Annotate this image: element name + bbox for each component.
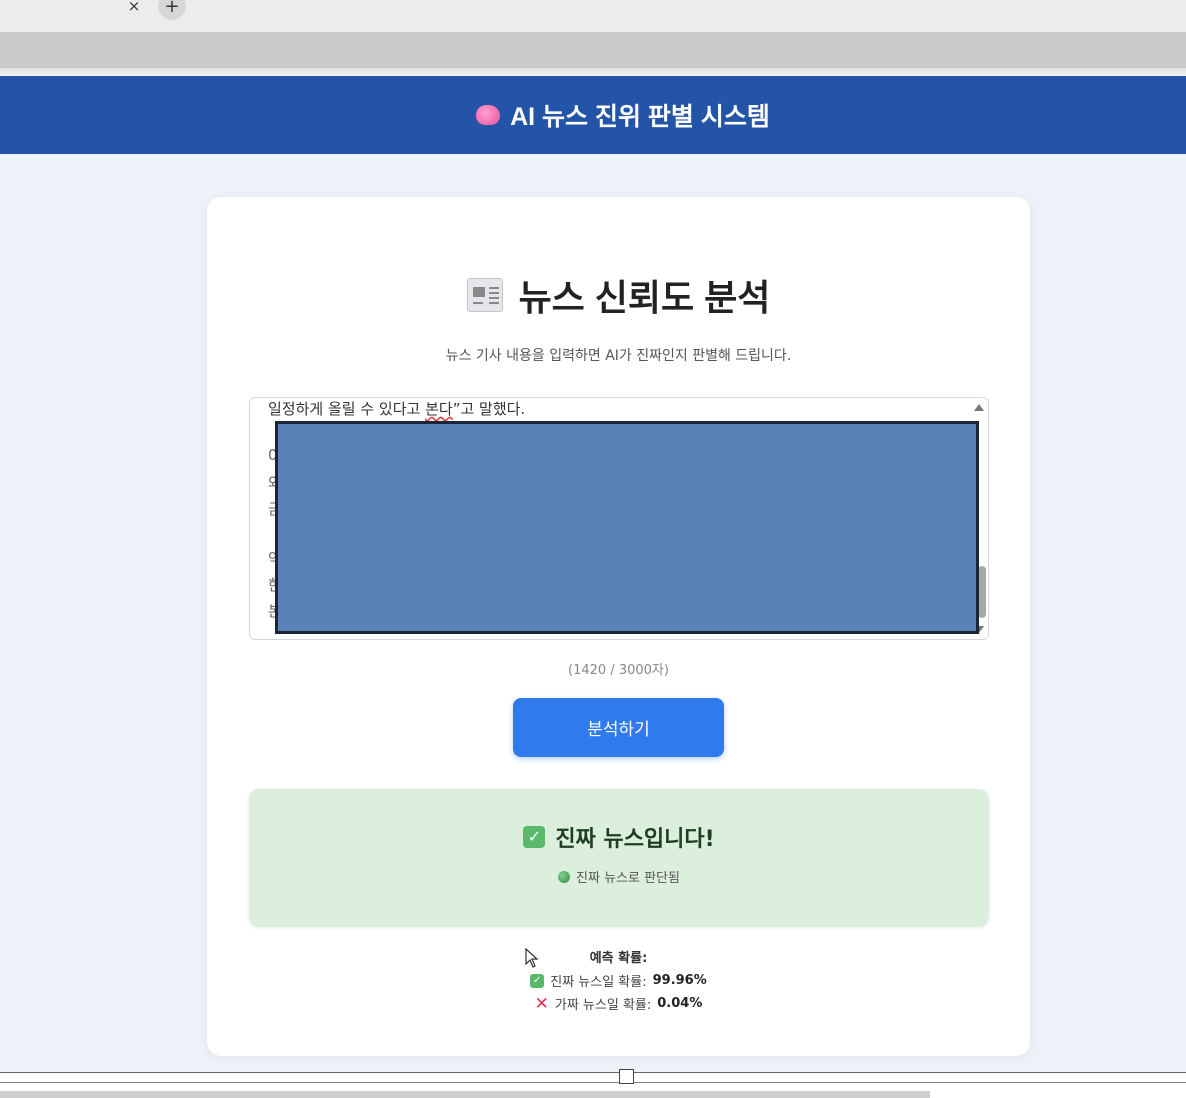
check-icon: ✓ (530, 973, 545, 988)
brain-icon (476, 105, 501, 125)
analyze-button[interactable]: 분석하기 (513, 698, 724, 757)
new-tab-button[interactable]: + (158, 0, 186, 20)
probability-heading: 예측 확률: (589, 951, 648, 966)
green-dot-icon (558, 870, 571, 883)
textarea-visible-line: 일정하게 올릴 수 있다고 본다”고 말했다. (268, 398, 525, 419)
result-panel: ✓ 진짜 뉴스입니다! 진짜 뉴스로 판단됨 (249, 789, 989, 927)
char-counter: (1420 / 3000자) (568, 663, 669, 678)
spellcheck-word: 본다 (425, 400, 453, 418)
toolbar-divider (0, 68, 1186, 76)
app-header: AI 뉴스 진위 판별 시스템 (0, 76, 1186, 154)
newspaper-icon (466, 278, 503, 312)
divider (0, 1082, 1186, 1083)
cross-icon: ✕ (534, 993, 549, 1014)
result-subtitle: 진짜 뉴스로 판단됨 (249, 867, 989, 886)
redaction-block (275, 421, 979, 634)
resize-handle[interactable] (619, 1069, 634, 1084)
result-title-text: 진짜 뉴스입니다! (555, 827, 715, 852)
fake-probability-value: 0.04% (657, 996, 703, 1011)
textarea-scrollbar-thumb[interactable] (978, 566, 986, 618)
scroll-up-arrow-icon[interactable] (974, 404, 984, 411)
mouse-cursor-icon (525, 948, 539, 968)
fake-probability-label: 가짜 뉴스일 확률: (554, 998, 652, 1013)
result-subtitle-text: 진짜 뉴스로 판단됨 (576, 871, 680, 886)
result-title: ✓ 진짜 뉴스입니다! (249, 821, 989, 853)
app-title-text: AI 뉴스 진위 판별 시스템 (510, 103, 770, 131)
line-part-after: ”고 말했다. (452, 400, 526, 418)
app-title: AI 뉴스 진위 판별 시스템 (476, 97, 770, 133)
fake-probability: ✕ 가짜 뉴스일 확률: 0.04% (207, 994, 1030, 1013)
browser-toolbar (0, 32, 1186, 68)
tab-close-button[interactable]: × (124, 0, 144, 16)
check-icon: ✓ (523, 826, 546, 848)
page-title: 뉴스 신뢰도 분석 (207, 269, 1030, 321)
analysis-card: 뉴스 신뢰도 분석 뉴스 기사 내용을 입력하면 AI가 진짜인지 판별해 드립… (207, 197, 1030, 1056)
window-bottom-bar (0, 1069, 1186, 1098)
page-subtitle: 뉴스 기사 내용을 입력하면 AI가 진짜인지 판별해 드립니다. (445, 348, 792, 364)
real-probability: ✓ 진짜 뉴스일 확률: 99.96% (207, 971, 1030, 990)
real-probability-value: 99.96% (652, 973, 707, 988)
bottom-scrollbar[interactable] (0, 1091, 930, 1098)
real-probability-label: 진짜 뉴스일 확률: (550, 975, 647, 990)
line-part-before: 일정하게 올릴 수 있다고 (268, 400, 426, 418)
browser-tab-strip: × + (0, 0, 1186, 32)
page-title-text: 뉴스 신뢰도 분석 (518, 277, 771, 318)
